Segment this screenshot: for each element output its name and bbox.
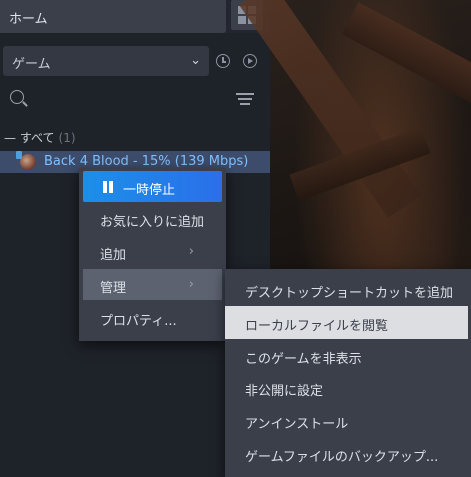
properties-menu-item[interactable]: プロパティ... bbox=[83, 302, 222, 333]
chevron-down-icon: ⌄ bbox=[190, 53, 201, 68]
pause-menu-item[interactable]: 一時停止 bbox=[83, 171, 222, 202]
pause-icon bbox=[103, 181, 113, 193]
add-to-favorites-menu-item[interactable]: お気に入りに追加 bbox=[83, 203, 222, 234]
chevron-right-icon: › bbox=[188, 244, 194, 259]
collapse-icon: — bbox=[4, 131, 20, 145]
home-row: ホーム bbox=[0, 0, 270, 33]
search-icon[interactable] bbox=[10, 90, 24, 104]
home-button[interactable]: ホーム bbox=[0, 0, 226, 33]
chevron-right-icon: › bbox=[188, 277, 194, 292]
set-private-item[interactable]: 非公開に設定 bbox=[225, 371, 468, 404]
menu-item-label: デスクトップショートカットを追加 bbox=[245, 286, 454, 301]
menu-item-label: お気に入りに追加 bbox=[100, 215, 205, 230]
search-row[interactable] bbox=[0, 84, 270, 112]
filter-icon[interactable] bbox=[236, 93, 254, 105]
context-menu: 一時停止 お気に入りに追加 追加 › 管理 › プロパティ... bbox=[79, 168, 226, 341]
menu-item-label: ゲームファイルのバックアップ... bbox=[245, 450, 439, 465]
section-header[interactable]: — すべて (1) bbox=[4, 129, 76, 146]
uninstall-item[interactable]: アンインストール bbox=[225, 404, 468, 437]
section-label: すべて bbox=[19, 131, 55, 145]
clock-icon[interactable] bbox=[216, 54, 230, 68]
add-desktop-shortcut-item[interactable]: デスクトップショートカットを追加 bbox=[225, 273, 468, 306]
game-type-select[interactable]: ゲーム ⌄ bbox=[3, 46, 209, 76]
menu-item-label: 追加 bbox=[100, 248, 127, 263]
browse-local-files-item[interactable]: ローカルファイルを閲覧 bbox=[225, 306, 468, 339]
home-label: ホーム bbox=[9, 12, 48, 27]
game-type-value: ゲーム bbox=[12, 57, 51, 72]
menu-item-label: ローカルファイルを閲覧 bbox=[245, 319, 389, 334]
hide-game-item[interactable]: このゲームを非表示 bbox=[225, 339, 468, 372]
game-icon bbox=[16, 151, 36, 170]
game-entry-label: Back 4 Blood - 15% (139 Mbps) bbox=[44, 154, 249, 169]
menu-item-label: アンインストール bbox=[245, 417, 349, 432]
menu-item-label: 管理 bbox=[100, 281, 127, 296]
play-icon[interactable] bbox=[243, 54, 257, 68]
backup-game-files-item[interactable]: ゲームファイルのバックアップ... bbox=[225, 437, 468, 470]
manage-submenu: デスクトップショートカットを追加 ローカルファイルを閲覧 このゲームを非表示 非… bbox=[225, 269, 471, 477]
add-menu-item[interactable]: 追加 › bbox=[83, 236, 222, 267]
manage-menu-item[interactable]: 管理 › bbox=[83, 269, 222, 300]
menu-item-label: プロパティ... bbox=[100, 314, 177, 329]
menu-item-label: 一時停止 bbox=[123, 183, 176, 198]
menu-item-label: このゲームを非表示 bbox=[245, 352, 362, 367]
menu-item-label: 非公開に設定 bbox=[245, 384, 324, 399]
section-count: (1) bbox=[58, 131, 76, 145]
